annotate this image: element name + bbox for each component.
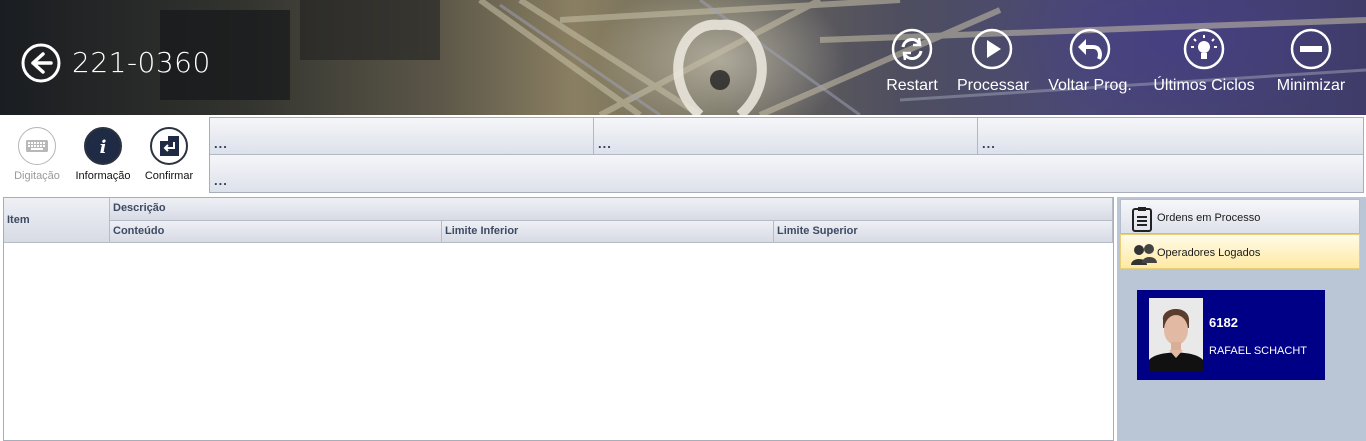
minimizar-button[interactable]: Minimizar (1274, 28, 1348, 95)
users-icon (1131, 244, 1157, 265)
processar-button[interactable]: Processar (957, 28, 1030, 95)
confirmar-label: Confirmar (144, 170, 194, 182)
side-panel: Ordens em Processo Operadores Logados 61… (1117, 197, 1366, 441)
info-field: ... (594, 118, 978, 155)
minimizar-label: Minimizar (1276, 77, 1346, 94)
processar-label: Processar (957, 77, 1030, 94)
back-button[interactable] (21, 43, 61, 83)
tab-ordens-label: Ordens em Processo (1157, 212, 1261, 224)
informacao-label: Informação (75, 170, 131, 182)
arrow-left-icon (21, 43, 61, 83)
info-icon: i (84, 127, 122, 165)
operator-name: RAFAEL SCHACHT (1209, 345, 1308, 357)
restart-label: Restart (886, 77, 938, 94)
tab-ordens-em-processo[interactable]: Ordens em Processo (1120, 199, 1360, 234)
operator-photo (1149, 298, 1203, 372)
info-field: ... (978, 118, 1363, 155)
info-field: ... (210, 155, 1363, 192)
info-field: ... (210, 118, 594, 155)
voltar-prog-label: Voltar Prog. (1048, 77, 1132, 94)
parameters-grid[interactable]: Item Descrição Conteúdo Limite Inferior … (3, 197, 1114, 441)
column-header-item[interactable]: Item (4, 198, 110, 243)
voltar-prog-button[interactable]: Voltar Prog. (1047, 28, 1133, 95)
play-icon (971, 28, 1013, 70)
header-banner: 221-0360 Restart Processar Voltar Prog. (0, 0, 1366, 115)
clipboard-icon (1132, 207, 1152, 232)
restart-icon (891, 28, 933, 70)
column-header-conteudo[interactable]: Conteúdo (110, 221, 442, 243)
informacao-button[interactable]: i Informação (75, 127, 131, 182)
restart-button[interactable]: Restart (884, 28, 940, 95)
order-title: 221-0360 (72, 46, 211, 79)
ultimos-ciclos-button[interactable]: Últimos Ciclos (1152, 28, 1256, 95)
undo-icon (1069, 28, 1111, 70)
column-header-limite-inferior[interactable]: Limite Inferior (442, 221, 774, 243)
toolbar: Digitação i Informação Confirmar ... ...… (0, 115, 1366, 195)
operator-card[interactable]: 6182 RAFAEL SCHACHT (1137, 290, 1325, 380)
minimize-icon (1290, 28, 1332, 70)
keyboard-icon (18, 127, 56, 165)
column-header-limite-superior[interactable]: Limite Superior (774, 221, 1113, 243)
svg-text:i: i (100, 137, 107, 158)
digitacao-button[interactable]: Digitação (9, 127, 65, 182)
lightbulb-icon (1183, 28, 1225, 70)
operator-code: 6182 (1209, 315, 1238, 330)
tab-operadores-logados[interactable]: Operadores Logados (1120, 234, 1360, 269)
confirmar-button[interactable]: Confirmar (141, 127, 197, 182)
digitacao-label: Digitação (14, 170, 60, 182)
ultimos-ciclos-label: Últimos Ciclos (1153, 77, 1255, 94)
enter-icon (150, 127, 188, 165)
tab-operadores-label: Operadores Logados (1157, 247, 1261, 259)
info-fields-panel: ... ... ... ... (209, 117, 1364, 193)
column-header-descricao[interactable]: Descrição (110, 198, 1113, 221)
